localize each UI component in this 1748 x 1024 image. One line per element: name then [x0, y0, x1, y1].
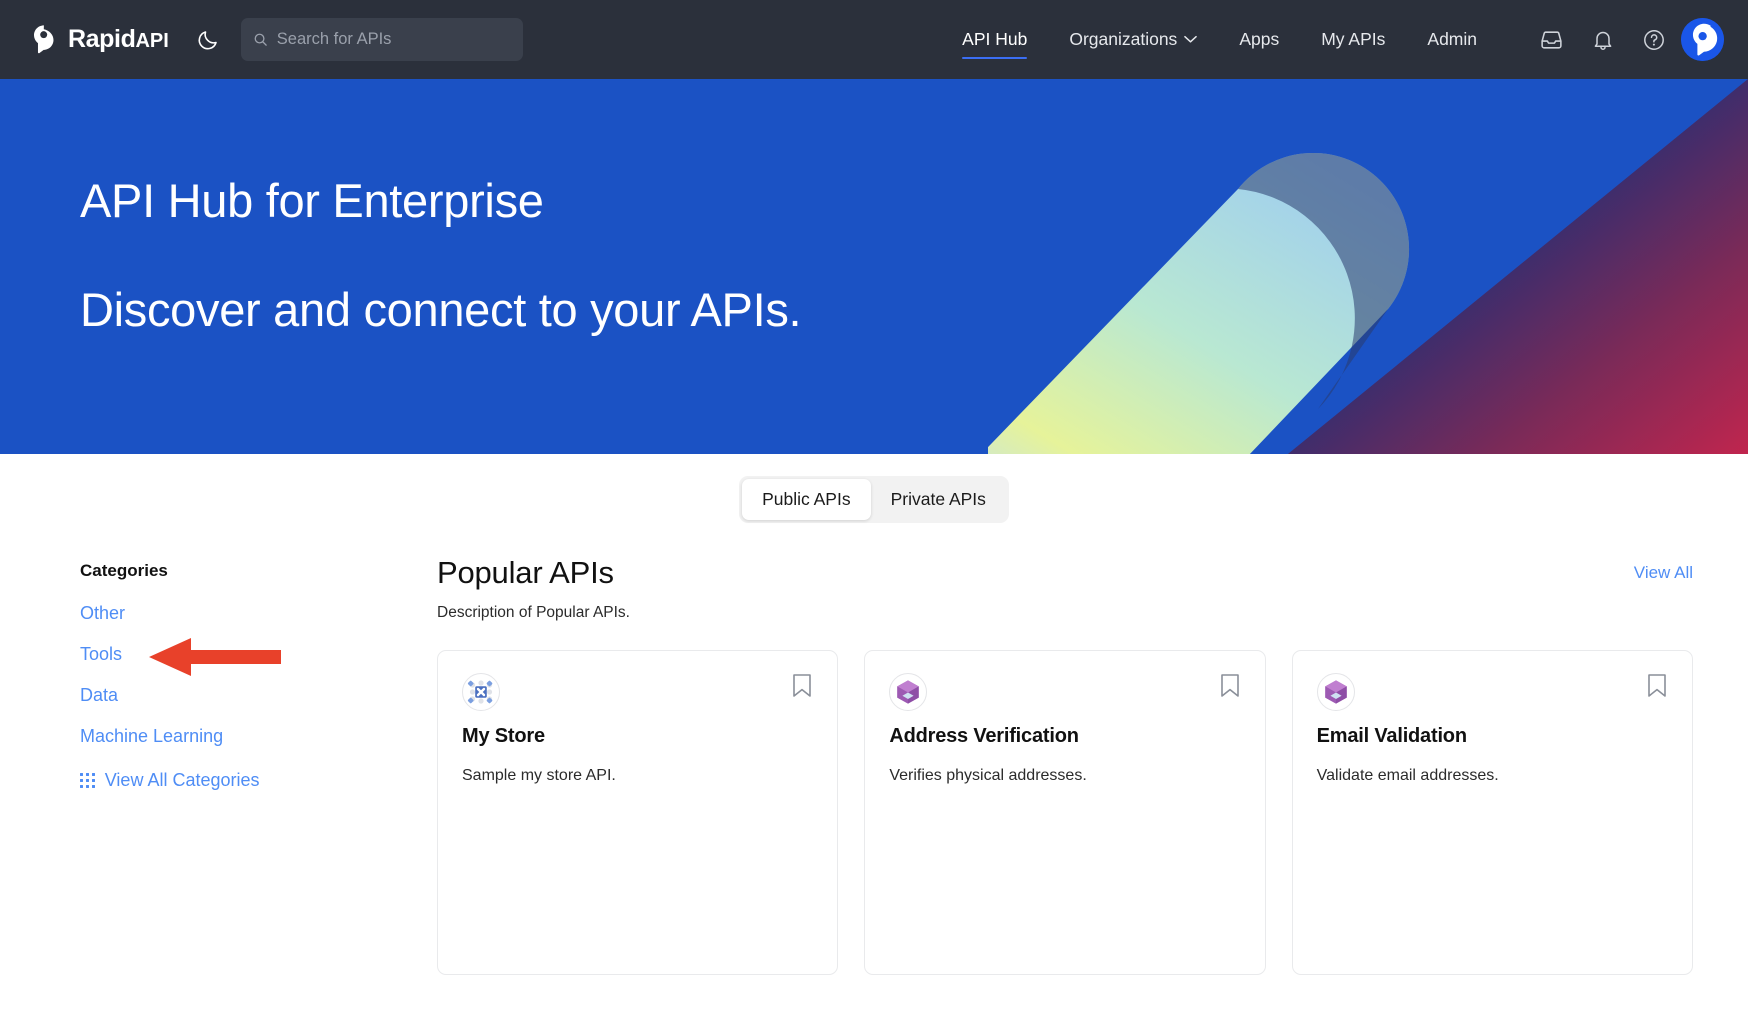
search-box[interactable] — [240, 18, 523, 61]
primary-nav-links: API Hub Organizations Apps My APIs Admin — [941, 0, 1498, 79]
api-card[interactable]: Address Verification Verifies physical a… — [864, 650, 1266, 975]
card-top-row — [462, 673, 813, 711]
api-visibility-tabs: Public APIs Private APIs — [739, 476, 1009, 523]
categories-title: Categories — [80, 561, 168, 580]
bookmark-icon[interactable] — [1646, 673, 1668, 699]
search-icon — [254, 33, 267, 46]
api-icon-wrapper — [462, 673, 500, 711]
sidebar-item-other[interactable]: Other — [80, 603, 125, 624]
api-visibility-tabs-row: Public APIs Private APIs — [0, 454, 1748, 523]
grid-dots-icon — [80, 773, 95, 788]
inbox-icon — [1541, 31, 1562, 49]
page-title: Popular APIs — [437, 555, 614, 590]
help-circle-icon — [1643, 29, 1664, 50]
purple-cube-icon — [897, 680, 920, 704]
moon-icon — [198, 30, 217, 49]
card-top-row — [889, 673, 1240, 711]
user-avatar[interactable] — [1681, 18, 1724, 61]
api-card-description: Verifies physical addresses. — [889, 767, 1087, 784]
api-card-title: Email Validation — [1316, 725, 1467, 747]
view-all-categories-label: View All Categories — [104, 770, 260, 790]
card-top-row — [1316, 673, 1668, 711]
nav-item-apps[interactable]: Apps — [1218, 0, 1300, 79]
hero-title: API Hub for Enterprise — [80, 174, 544, 227]
view-all-link[interactable]: View All — [1634, 555, 1693, 583]
hero-subtitle: Discover and connect to your APIs. — [80, 282, 802, 336]
theme-toggle-button[interactable] — [191, 23, 225, 57]
nav-item-my-apis[interactable]: My APIs — [1300, 0, 1406, 79]
rapidapi-logo-icon — [34, 25, 54, 54]
inbox-button[interactable] — [1538, 26, 1565, 53]
broken-image-icon — [467, 680, 493, 704]
nav-item-label: Apps — [1239, 29, 1280, 49]
popular-apis-section: Popular APIs Description of Popular APIs… — [432, 555, 1693, 975]
tab-public-apis[interactable]: Public APIs — [742, 479, 871, 520]
tab-label: Private APIs — [890, 489, 986, 509]
hero-banner: API Hub for Enterprise Discover and conn… — [0, 79, 1748, 454]
top-navigation-bar: RapidAPI API Hub Organizations Apps My A… — [0, 0, 1748, 79]
sidebar-item-tools[interactable]: Tools — [80, 644, 122, 665]
api-icon-wrapper — [1316, 673, 1355, 711]
help-button[interactable] — [1640, 26, 1667, 53]
section-description: Description of Popular APIs. — [437, 604, 630, 621]
brand-logo-link[interactable]: RapidAPI — [28, 24, 169, 55]
bookmark-icon[interactable] — [791, 673, 813, 699]
search-input[interactable] — [276, 30, 511, 49]
api-card-title: My Store — [462, 725, 545, 747]
api-icon-wrapper — [889, 673, 928, 711]
tab-label: Public APIs — [762, 489, 851, 509]
api-card[interactable]: My Store Sample my store API. — [437, 650, 839, 975]
tab-private-apis[interactable]: Private APIs — [871, 479, 1006, 520]
page-content: Categories Other Tools Data Machine Lear… — [0, 523, 1748, 975]
nav-item-label: Admin — [1427, 29, 1477, 49]
avatar-icon — [1681, 18, 1724, 61]
notifications-button[interactable] — [1589, 26, 1616, 53]
sidebar-item-machine-learning[interactable]: Machine Learning — [80, 726, 223, 747]
api-card-description: Validate email addresses. — [1316, 767, 1499, 784]
nav-item-organizations[interactable]: Organizations — [1048, 0, 1218, 79]
api-card-grid: My Store Sample my store API. Address Ve… — [437, 650, 1693, 975]
bell-icon — [1594, 31, 1611, 50]
nav-icon-group — [1538, 26, 1667, 53]
nav-item-label: My APIs — [1321, 29, 1386, 49]
nav-item-label: Organizations — [1069, 29, 1178, 49]
api-card-title: Address Verification — [889, 725, 1079, 747]
nav-item-api-hub[interactable]: API Hub — [941, 0, 1048, 79]
section-header: Popular APIs Description of Popular APIs… — [437, 555, 1693, 622]
hero-copy: API Hub for Enterprise Discover and conn… — [0, 79, 1748, 335]
nav-item-admin[interactable]: Admin — [1406, 0, 1498, 79]
brand-name: RapidAPI — [68, 25, 169, 53]
sidebar-item-data[interactable]: Data — [80, 685, 118, 706]
categories-sidebar: Categories Other Tools Data Machine Lear… — [80, 555, 432, 975]
api-card-description: Sample my store API. — [462, 767, 616, 784]
nav-item-label: API Hub — [962, 29, 1028, 49]
view-all-categories-link[interactable]: View All Categories — [80, 770, 260, 791]
section-header-text: Popular APIs Description of Popular APIs… — [437, 555, 630, 622]
purple-cube-icon — [1324, 680, 1347, 704]
api-card[interactable]: Email Validation Validate email addresse… — [1291, 650, 1693, 975]
bookmark-icon[interactable] — [1219, 673, 1241, 699]
chevron-down-icon — [1184, 35, 1198, 43]
